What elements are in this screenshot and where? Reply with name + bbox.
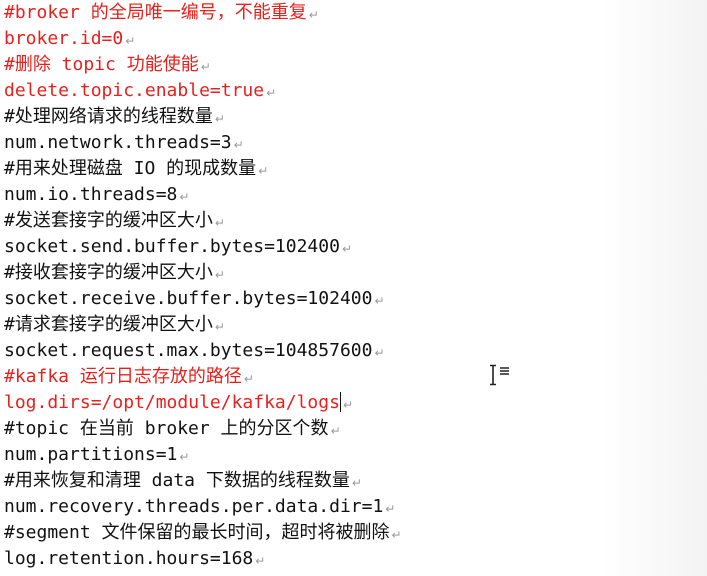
config-setting-line[interactable]: num.network.threads=3 ↵: [4, 130, 244, 156]
config-setting-line[interactable]: log.dirs=/opt/module/kafka/logs ↵: [4, 390, 353, 416]
paragraph-mark-icon: ↵: [341, 242, 353, 256]
line-text: num.network.threads=3: [4, 132, 232, 153]
paragraph-mark-icon: ↵: [330, 424, 341, 438]
paragraph-mark-icon: ↵: [125, 34, 136, 48]
text-caret: [339, 392, 341, 412]
config-setting-line[interactable]: broker.id=0 ↵: [4, 26, 135, 52]
config-comment-line[interactable]: #broker 的全局唯一编号，不能重复 ↵: [4, 0, 319, 26]
line-text: #segment 文件保留的最长时间，超时将被删除: [4, 522, 390, 543]
line-text: #处理网络请求的线程数量: [4, 106, 213, 127]
line-text: socket.request.max.bytes=104857600: [4, 340, 373, 361]
paragraph-mark-icon: ↵: [214, 216, 225, 230]
config-setting-line[interactable]: delete.topic.enable=true ↵: [4, 78, 276, 104]
line-text: #请求套接字的缓冲区大小: [4, 314, 213, 335]
line-text: #用来处理磁盘 IO 的现成数量: [4, 158, 257, 179]
i-beam-text-cursor-icon: [490, 364, 509, 386]
config-comment-line[interactable]: #删除 topic 功能使能 ↵: [4, 52, 211, 78]
config-comment-line[interactable]: #用来处理磁盘 IO 的现成数量 ↵: [4, 156, 268, 182]
config-comment-line[interactable]: #发送套接字的缓冲区大小 ↵: [4, 208, 225, 234]
paragraph-mark-icon: ↵: [200, 60, 211, 74]
line-text: delete.topic.enable=true: [4, 80, 265, 101]
line-text: #用来恢复和清理 data 下数据的线程数量: [4, 470, 350, 491]
line-text: socket.send.buffer.bytes=102400: [4, 236, 340, 257]
config-setting-line[interactable]: num.io.threads=8 ↵: [4, 182, 189, 208]
line-text: #kafka 运行日志存放的路径: [4, 366, 242, 387]
line-text: log.dirs=/opt/module/kafka/logs: [4, 392, 340, 413]
paragraph-mark-icon: ↵: [214, 320, 225, 334]
config-comment-line[interactable]: #接收套接字的缓冲区大小 ↵: [4, 260, 225, 286]
paragraph-mark-icon: ↵: [308, 8, 319, 22]
config-comment-line[interactable]: #segment 文件保留的最长时间，超时将被删除 ↵: [4, 520, 402, 546]
line-text: log.retention.hours=168: [4, 548, 254, 569]
line-text: #删除 topic 功能使能: [4, 54, 199, 75]
config-setting-line[interactable]: socket.receive.buffer.bytes=102400 ↵: [4, 286, 385, 312]
line-text: #broker 的全局唯一编号，不能重复: [4, 2, 307, 23]
line-text: #topic 在当前 broker 上的分区个数: [4, 418, 329, 439]
config-setting-line[interactable]: socket.send.buffer.bytes=102400 ↵: [4, 234, 352, 260]
paragraph-mark-icon: ↵: [214, 268, 225, 282]
paragraph-mark-icon: ↵: [266, 86, 277, 100]
paragraph-mark-icon: ↵: [351, 476, 362, 490]
config-comment-line[interactable]: #用来恢复和清理 data 下数据的线程数量 ↵: [4, 468, 362, 494]
config-comment-line[interactable]: #topic 在当前 broker 上的分区个数 ↵: [4, 416, 341, 442]
paragraph-mark-icon: ↵: [342, 398, 354, 412]
line-text: broker.id=0: [4, 28, 124, 49]
config-setting-line[interactable]: num.recovery.threads.per.data.dir=1 ↵: [4, 494, 395, 520]
config-comment-line[interactable]: #处理网络请求的线程数量 ↵: [4, 104, 225, 130]
config-setting-line[interactable]: log.retention.hours=168 ↵: [4, 546, 265, 572]
paragraph-mark-icon: ↵: [233, 138, 244, 152]
line-text: num.partitions=1: [4, 444, 178, 465]
paragraph-mark-icon: ↵: [179, 190, 190, 204]
line-text: #接收套接字的缓冲区大小: [4, 262, 213, 283]
config-setting-line[interactable]: socket.request.max.bytes=104857600 ↵: [4, 338, 385, 364]
paragraph-mark-icon: ↵: [258, 164, 269, 178]
config-setting-line[interactable]: num.partitions=1 ↵: [4, 442, 189, 468]
paragraph-mark-icon: ↵: [374, 346, 385, 360]
config-comment-line[interactable]: #请求套接字的缓冲区大小 ↵: [4, 312, 225, 338]
line-text: socket.receive.buffer.bytes=102400: [4, 288, 373, 309]
document-page[interactable]: #broker 的全局唯一编号，不能重复 ↵ broker.id=0 ↵ #删除 t…: [0, 0, 707, 576]
paragraph-mark-icon: ↵: [179, 450, 190, 464]
paragraph-mark-icon: ↵: [214, 112, 225, 126]
paragraph-mark-icon: ↵: [255, 554, 266, 568]
line-text: num.recovery.threads.per.data.dir=1: [4, 496, 384, 517]
paragraph-mark-icon: ↵: [385, 502, 396, 516]
line-text: #发送套接字的缓冲区大小: [4, 210, 213, 231]
paragraph-mark-icon: ↵: [243, 372, 254, 386]
paragraph-mark-icon: ↵: [374, 294, 385, 308]
line-text: num.io.threads=8: [4, 184, 178, 205]
config-comment-line[interactable]: #kafka 运行日志存放的路径 ↵: [4, 364, 254, 390]
paragraph-mark-icon: ↵: [391, 528, 402, 542]
